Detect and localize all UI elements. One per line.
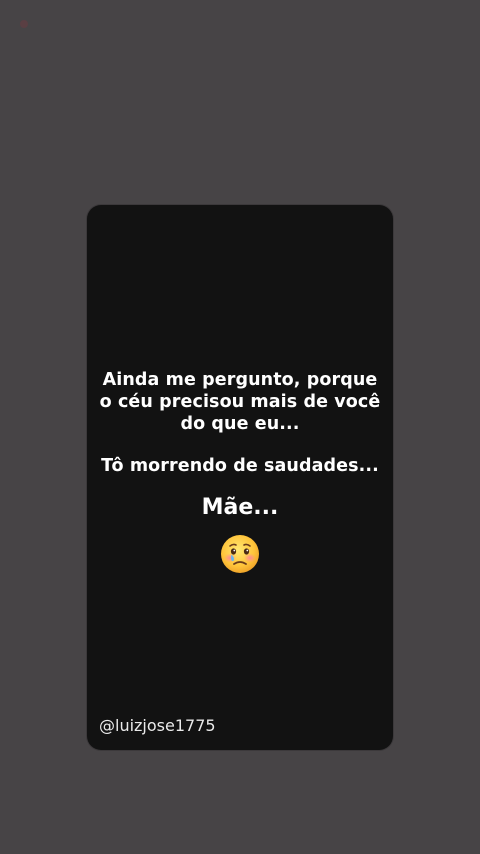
mae-text: Mãe... [201, 495, 279, 520]
story-gap [87, 435, 393, 455]
story-line-1: Ainda me pergunto, porque [102, 370, 378, 390]
story-card[interactable]: Ainda me pergunto, porque o céu precisou… [87, 205, 393, 750]
face-holding-back-tears-icon [219, 533, 261, 575]
story-line-2: o céu precisou mais de você [99, 392, 381, 412]
story-line-4: Tô morrendo de saudades... [101, 456, 379, 476]
status-dot-icon [20, 20, 28, 28]
story-line-3: do que eu... [180, 414, 300, 434]
story-screen: Ainda me pergunto, porque o céu precisou… [0, 0, 480, 854]
username-mention[interactable]: @luizjose1775 [99, 716, 216, 736]
story-text: Ainda me pergunto, porque o céu precisou… [87, 369, 393, 477]
